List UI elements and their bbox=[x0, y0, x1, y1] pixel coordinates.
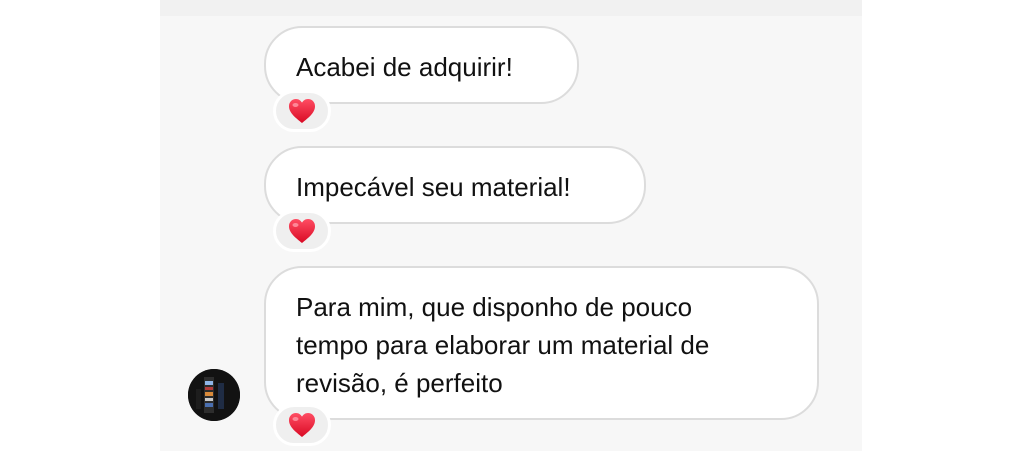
profile-photo-icon bbox=[188, 369, 240, 421]
heart-emoji-icon bbox=[289, 219, 315, 243]
message-text: Impecável seu material! bbox=[296, 172, 571, 202]
message-text: Para mim, que disponho de pouco tempo pa… bbox=[296, 292, 710, 398]
message-bubble[interactable]: Impecável seu material! bbox=[264, 146, 646, 224]
reaction-badge[interactable] bbox=[273, 210, 331, 252]
top-strip bbox=[160, 0, 862, 16]
sender-avatar[interactable] bbox=[188, 369, 240, 421]
reaction-badge[interactable] bbox=[273, 90, 331, 132]
reaction-badge[interactable] bbox=[273, 404, 331, 446]
dm-screenshot: Acabei de adquirir! Impecável seu materi… bbox=[0, 0, 1024, 451]
heart-emoji-icon bbox=[289, 99, 315, 123]
heart-emoji-icon bbox=[289, 413, 315, 437]
message-text: Acabei de adquirir! bbox=[296, 52, 513, 82]
message-bubble[interactable]: Para mim, que disponho de pouco tempo pa… bbox=[264, 266, 819, 420]
